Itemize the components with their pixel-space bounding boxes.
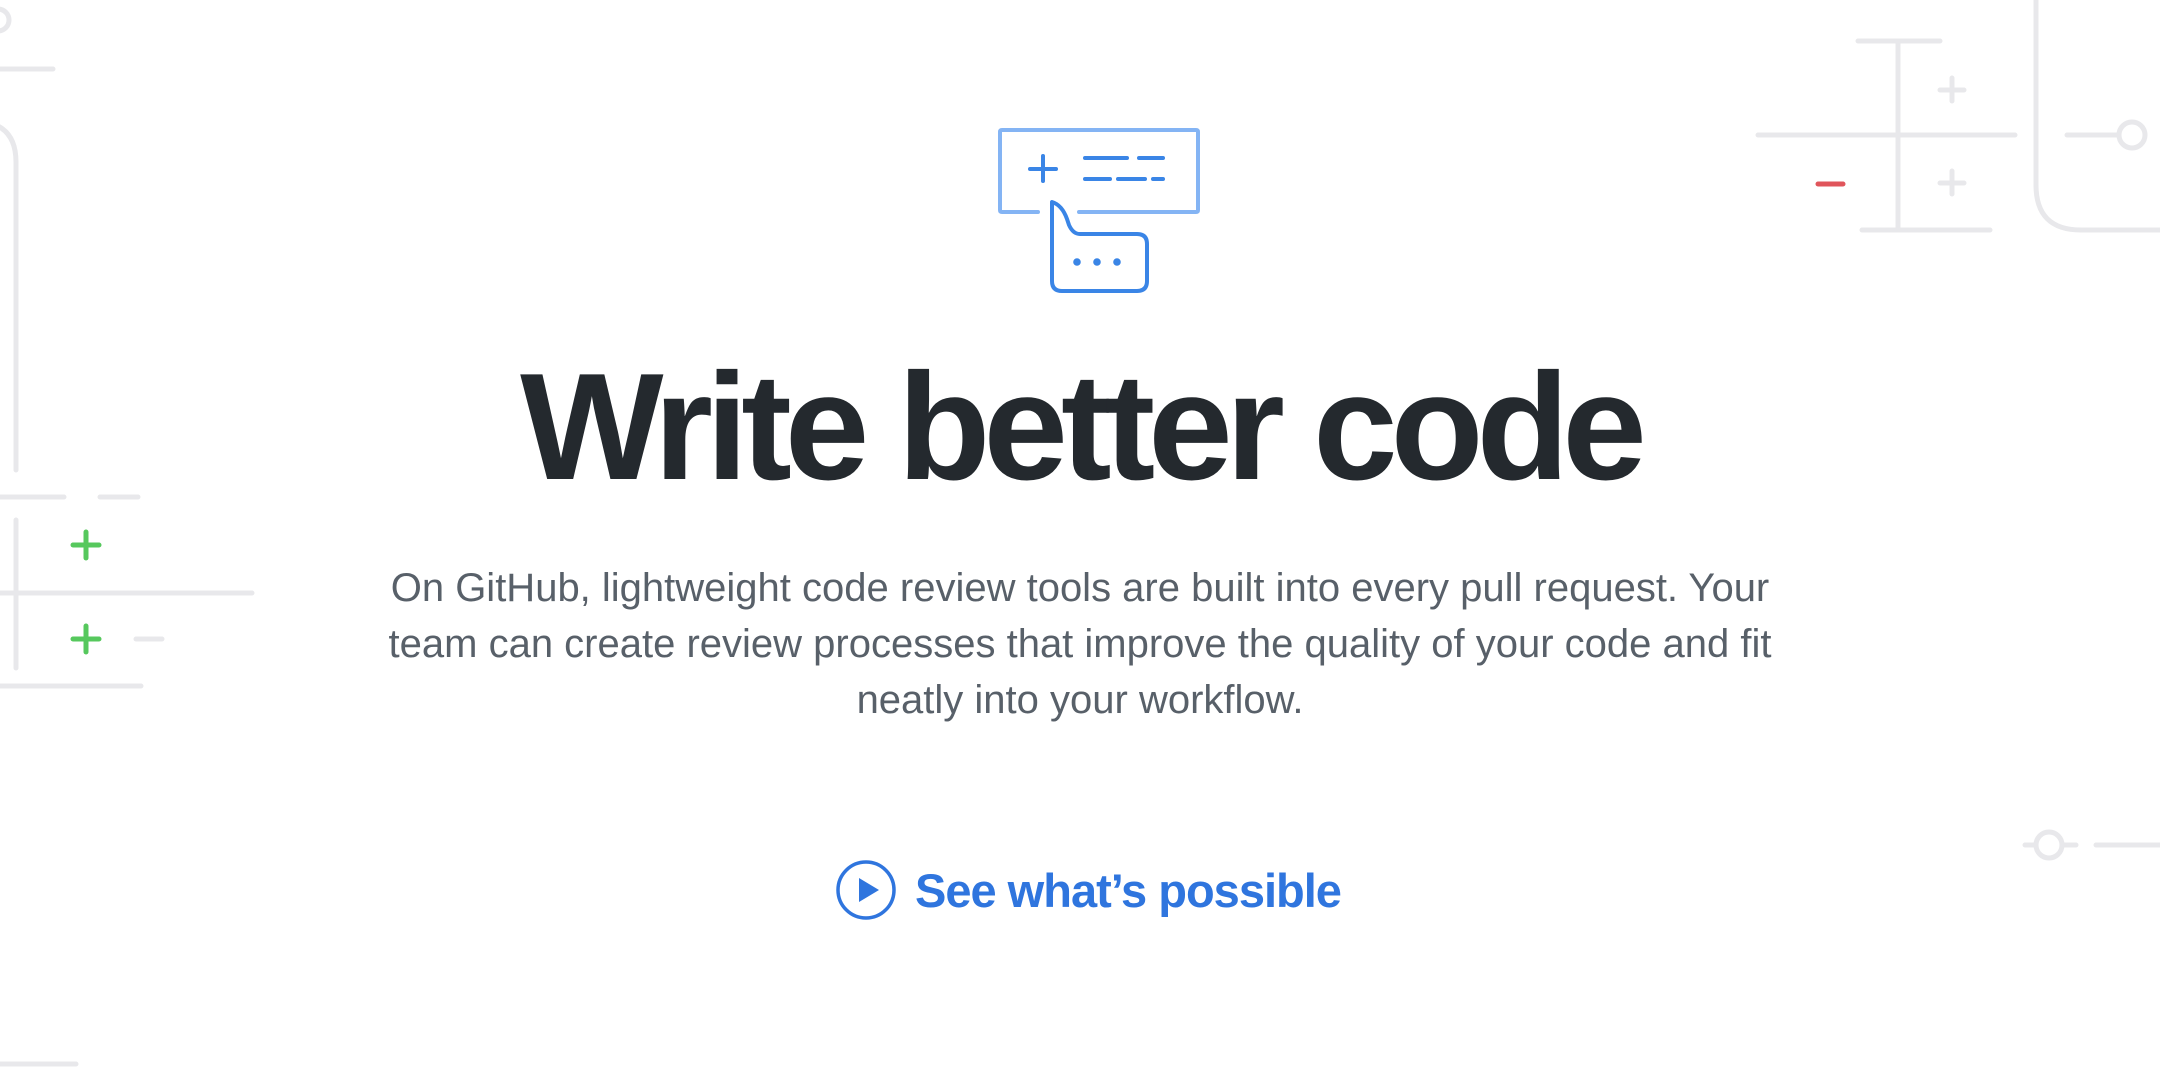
page: Write better code On GitHub, lightweight… [0, 0, 2160, 1080]
play-circle-icon [836, 860, 896, 920]
code-review-comment-icon [998, 128, 1200, 293]
cta-label: See what’s possible [915, 863, 1342, 917]
headline: Write better code [520, 342, 1647, 512]
hero-description: On GitHub, lightweight code review tools… [388, 566, 1772, 722]
see-whats-possible-link[interactable]: See what’s possible [835, 858, 1342, 922]
